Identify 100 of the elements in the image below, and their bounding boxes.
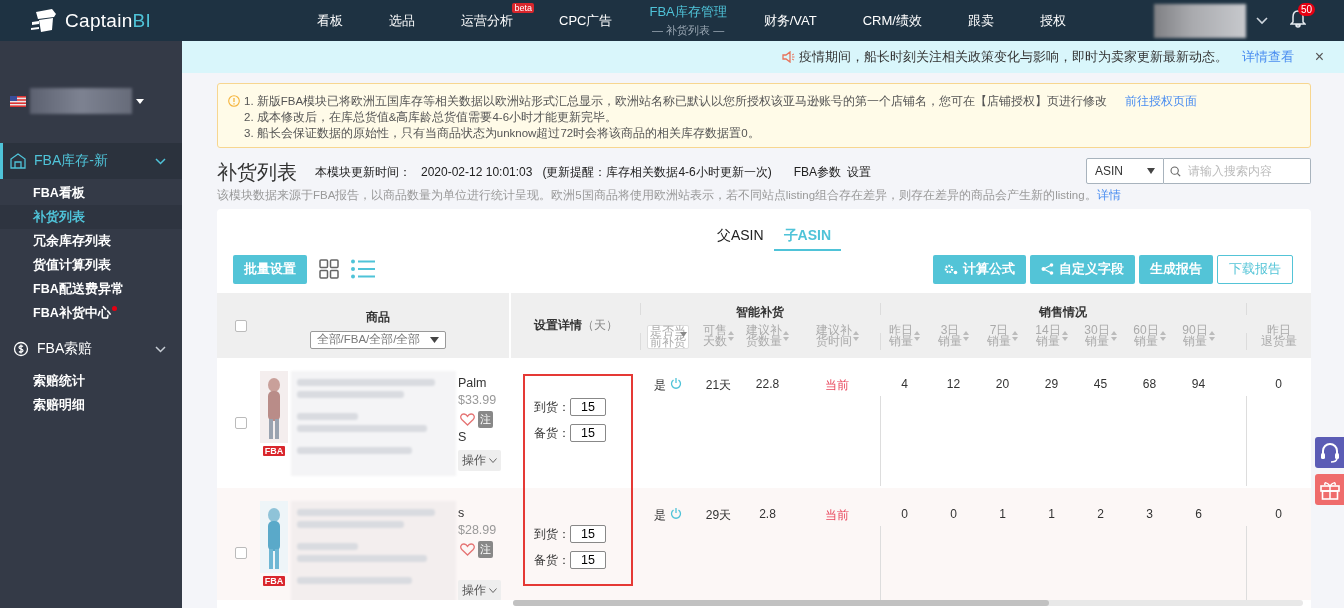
warning-text: 1. 新版FBA模块已将欧洲五国库存等相关数据以欧洲站形式汇总显示，欧洲站名称已默认以您所授权该亚马逊账号的第一个店铺名，您可在【店铺授权】页进行修改 bbox=[244, 95, 1108, 107]
nav-tab[interactable]: CRM/绩效 bbox=[839, 0, 945, 41]
settings-link[interactable]: 设置 bbox=[847, 163, 872, 181]
list-view-icon[interactable] bbox=[351, 259, 375, 279]
days-input[interactable]: 15 bbox=[570, 525, 606, 543]
chevron-icon bbox=[155, 345, 166, 353]
nav-tab[interactable]: 授权 bbox=[1016, 0, 1089, 41]
dollar-circle-icon bbox=[13, 341, 29, 357]
nav-tab[interactable]: 财务/VAT bbox=[740, 0, 840, 41]
row-checkbox[interactable] bbox=[235, 417, 247, 429]
sort-icon[interactable] bbox=[1061, 331, 1068, 341]
product-filter-select[interactable]: 全部/FBA/全部/全部 bbox=[309, 330, 447, 349]
sidebar-item[interactable]: FBA补货中心 bbox=[0, 301, 182, 325]
chevron-down-icon[interactable] bbox=[1256, 16, 1268, 25]
nav-tab[interactable]: FBA库存管理 — 补货列表 — bbox=[635, 0, 741, 41]
field-select[interactable]: ASIN bbox=[1086, 158, 1164, 184]
sort-icon[interactable] bbox=[914, 331, 920, 341]
sort-icon[interactable] bbox=[1110, 331, 1117, 341]
column-group-header: 智能补货 bbox=[736, 304, 784, 321]
table-cell: 21天 bbox=[705, 377, 732, 394]
nav-tab[interactable]: 选品 bbox=[366, 0, 438, 41]
nav-tab[interactable]: 看板 bbox=[294, 0, 366, 41]
sidebar-group[interactable]: FBA库存-新 bbox=[0, 143, 182, 179]
sort-icon[interactable] bbox=[852, 331, 859, 341]
description-text: 该模块数据来源于FBA报告，以商品数量为单位进行统计呈现。欧洲5国商品将使用欧洲站表示，若不同站点listing组合存在差异，则存在差异的商品会产生新的listing。 bbox=[217, 189, 1097, 201]
support-button[interactable] bbox=[1315, 437, 1344, 468]
sidebar-item[interactable]: FBA看板 bbox=[0, 181, 182, 205]
warehouse-icon bbox=[10, 153, 26, 169]
table-cell: 4 bbox=[901, 377, 908, 391]
select-all-checkbox[interactable] bbox=[235, 319, 247, 332]
days-input[interactable]: 15 bbox=[570, 398, 606, 416]
sidebar-item[interactable]: 货值计算列表 bbox=[0, 253, 182, 277]
sidebar-item[interactable]: FBA配送费异常 bbox=[0, 277, 182, 301]
chevron-down-icon bbox=[489, 588, 497, 593]
sidebar-group[interactable]: FBA索赔 bbox=[0, 331, 182, 367]
price-text: $28.99 bbox=[458, 523, 497, 537]
table-cell: 2.8 bbox=[759, 507, 776, 521]
sort-icon[interactable] bbox=[1208, 331, 1215, 341]
table-cell: 是 bbox=[654, 507, 666, 524]
fba-tag: FBA bbox=[262, 576, 286, 586]
warning-icon bbox=[228, 95, 240, 107]
actions-dropdown-button[interactable]: 操作 bbox=[458, 580, 501, 600]
search-field[interactable]: 请输入搜索内容 bbox=[1164, 158, 1311, 184]
table-cell: 0 bbox=[1275, 507, 1282, 521]
blurred-user-avatar[interactable] bbox=[1154, 3, 1246, 38]
warning-text: 3. 船长会保证数据的原始性，只有当商品状态为unknow超过72时会将该商品的相关库存数据置0。 bbox=[244, 127, 760, 139]
close-button[interactable]: × bbox=[1314, 48, 1324, 66]
search-input[interactable]: 请输入搜索内容 bbox=[1186, 163, 1310, 179]
nav-tab[interactable]: 跟卖 bbox=[944, 0, 1017, 41]
table-cell: 1 bbox=[999, 507, 1006, 521]
sort-icon[interactable] bbox=[728, 331, 734, 341]
table-cell: 20 bbox=[995, 377, 1010, 391]
horizontal-scrollbar[interactable] bbox=[513, 600, 1303, 606]
sort-icon[interactable] bbox=[783, 331, 789, 341]
actions-dropdown-button[interactable]: 操作 bbox=[458, 450, 501, 471]
nav-tab[interactable]: CPC广告 bbox=[536, 0, 636, 41]
sort-icon[interactable] bbox=[1012, 331, 1018, 341]
table-cell: 29天 bbox=[705, 507, 732, 524]
days-input[interactable]: 15 bbox=[570, 424, 606, 442]
table-cell: 68 bbox=[1142, 377, 1157, 391]
notice-text: 疫情期间，船长时刻关注相关政策变化与影响，即时为卖家更新最新动态。 bbox=[799, 48, 1228, 66]
product-title-text: s bbox=[458, 506, 465, 520]
nav-tab[interactable]: 运营分析 beta bbox=[438, 0, 536, 41]
sidebar-item[interactable]: 冗余库存列表 bbox=[0, 229, 182, 253]
table-cell: 45 bbox=[1093, 377, 1108, 391]
authorize-page-link[interactable]: 前往授权页面 bbox=[1125, 95, 1198, 107]
asin-tab[interactable]: 父ASIN bbox=[706, 227, 774, 251]
flag-icon bbox=[10, 95, 26, 107]
table-cell: 94 bbox=[1191, 377, 1206, 391]
variant-text: S bbox=[458, 430, 467, 444]
table-cell: 0 bbox=[1275, 377, 1282, 391]
sort-icon[interactable] bbox=[1159, 331, 1166, 341]
sort-icon[interactable] bbox=[963, 331, 969, 341]
heart-icon[interactable] bbox=[460, 413, 475, 426]
grid-view-icon[interactable] bbox=[319, 259, 339, 279]
update-note: (更新提醒：库存相关数据4-6小时更新一次) bbox=[542, 163, 772, 181]
table-cell: 6 bbox=[1195, 507, 1202, 521]
table-cell: 是 bbox=[654, 377, 666, 394]
note-tag[interactable]: 注 bbox=[478, 541, 493, 558]
column-group-header: 销售情况 bbox=[1039, 304, 1087, 321]
notification-count: 50 bbox=[1298, 3, 1316, 16]
heart-icon[interactable] bbox=[460, 543, 475, 556]
sidebar-item[interactable]: 补货列表 bbox=[0, 205, 182, 229]
table-cell: 29 bbox=[1044, 377, 1059, 391]
table-cell: 12 bbox=[946, 377, 961, 391]
row-checkbox[interactable] bbox=[235, 547, 247, 559]
share-icon bbox=[1041, 263, 1054, 275]
setting-label: 备货： bbox=[534, 551, 570, 569]
chevron-down-icon bbox=[489, 458, 497, 463]
days-input[interactable]: 15 bbox=[570, 551, 606, 569]
power-icon[interactable] bbox=[670, 377, 682, 389]
page-title: 补货列表 bbox=[217, 159, 297, 185]
sidebar-item[interactable]: 索赔统计 bbox=[0, 369, 182, 393]
note-tag[interactable]: 注 bbox=[478, 411, 493, 428]
sidebar-item[interactable]: 索赔明细 bbox=[0, 393, 182, 417]
setting-label: 到货： bbox=[534, 398, 570, 416]
power-icon[interactable] bbox=[670, 507, 682, 519]
gift-button[interactable] bbox=[1315, 474, 1344, 505]
column-header: 设置详情 bbox=[533, 317, 582, 334]
search-icon bbox=[1170, 164, 1181, 178]
